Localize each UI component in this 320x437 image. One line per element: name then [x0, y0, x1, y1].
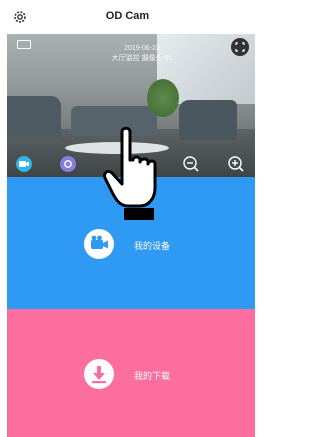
scene-sofa-left [7, 96, 61, 138]
battery-icon [17, 40, 31, 49]
zoom-out-icon[interactable] [182, 155, 200, 173]
tap-hand-icon [103, 126, 157, 220]
app-screen: OD Cam 2019-06-22 大厅监控 摄像头 01 我的设备 我的下载 [0, 0, 255, 437]
scene-sofa-right [179, 100, 237, 140]
download-icon [84, 359, 114, 389]
app-title: OD Cam [105, 10, 150, 22]
my-downloads-tile[interactable]: 我的下载 [7, 309, 255, 437]
zoom-in-icon[interactable] [227, 155, 245, 173]
fullscreen-icon[interactable] [231, 38, 249, 56]
video-camera-icon [84, 229, 114, 259]
preview-overlay: 2019-06-22 大厅监控 摄像头 01 [87, 44, 197, 64]
my-downloads-label: 我的下载 [134, 371, 171, 381]
my-devices-label: 我的设备 [134, 241, 171, 251]
overlay-line-1: 2019-06-22 [124, 45, 160, 52]
camera-icon[interactable] [16, 156, 32, 172]
app-header: OD Cam [0, 0, 255, 34]
overlay-line-2: 大厅监控 摄像头 01 [111, 55, 173, 62]
snapshot-icon[interactable] [60, 156, 76, 172]
scene-plant [147, 79, 179, 117]
